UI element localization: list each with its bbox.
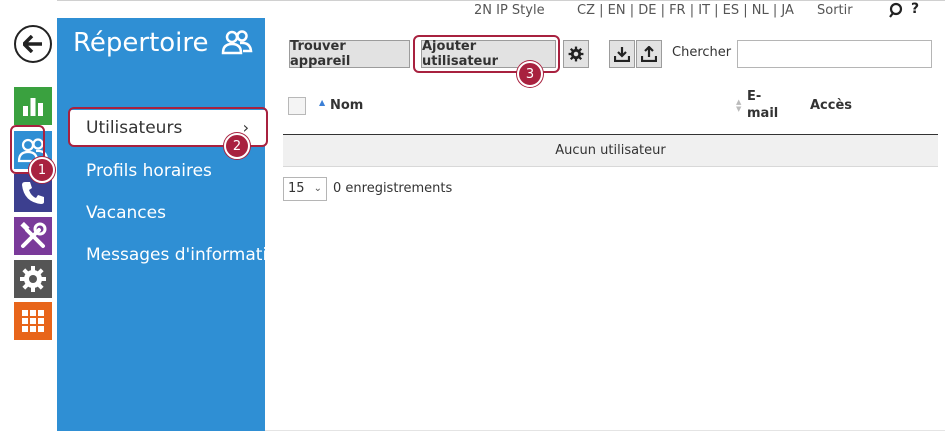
import-button[interactable]	[609, 40, 635, 68]
sort-asc-icon: ▲	[319, 98, 326, 107]
download-icon	[614, 47, 630, 62]
records-count: 0 enregistrements	[333, 181, 453, 196]
top-border	[0, 0, 945, 1]
sort-both-icon: ▲ ▼	[736, 98, 742, 113]
nav-item-time-profiles[interactable]: Profils horaires	[86, 161, 212, 181]
section-nav: Répertoire Utilisateurs › Profils horair…	[57, 18, 265, 431]
upload-icon	[641, 46, 657, 62]
back-button[interactable]	[14, 25, 52, 63]
find-device-button[interactable]: Trouver appareil	[289, 39, 410, 69]
table-settings-button[interactable]	[563, 40, 589, 68]
phone-icon	[22, 182, 44, 204]
export-button[interactable]	[636, 40, 662, 68]
grid-icon	[22, 310, 44, 332]
step-badge-1: 1	[29, 157, 55, 183]
step-badge-2: 2	[224, 133, 250, 159]
logout-link[interactable]: Sortir	[817, 3, 853, 18]
search-label: Chercher	[672, 45, 732, 60]
column-header-email[interactable]: E-mail	[747, 88, 783, 122]
nav-item-holidays[interactable]: Vacances	[86, 203, 166, 223]
gear-icon	[20, 266, 46, 292]
page-size-select[interactable]: 15 ⌄	[283, 177, 327, 201]
column-header-name[interactable]: Nom	[330, 98, 363, 113]
hardware-menu-button[interactable]	[14, 217, 52, 255]
settings-menu-button[interactable]	[14, 260, 52, 298]
empty-table-row: Aucun utilisateur	[283, 135, 938, 167]
gear-icon	[568, 46, 584, 62]
section-title: Répertoire	[73, 28, 209, 58]
help-button[interactable]: ?	[911, 1, 919, 17]
style-label: 2N IP Style	[474, 3, 545, 18]
search-input[interactable]	[737, 40, 932, 68]
icon-rail	[0, 0, 57, 431]
tools-icon	[20, 222, 47, 248]
step-badge-3: 3	[517, 61, 543, 87]
status-menu-button[interactable]	[14, 87, 52, 125]
search-icon[interactable]	[888, 2, 904, 18]
chart-icon	[23, 98, 43, 116]
language-selector[interactable]: CZ | EN | DE | FR | IT | ES | NL | JA	[577, 3, 794, 18]
back-arrow-icon	[23, 35, 42, 53]
select-all-checkbox[interactable]	[288, 97, 306, 115]
nav-item-info-messages[interactable]: Messages d'information	[86, 245, 265, 265]
column-header-access[interactable]: Accès	[810, 98, 852, 113]
users-title-icon	[221, 30, 253, 55]
system-menu-button[interactable]	[14, 302, 52, 340]
page-size-value: 15	[288, 181, 305, 196]
chevron-down-icon: ⌄	[313, 183, 322, 194]
